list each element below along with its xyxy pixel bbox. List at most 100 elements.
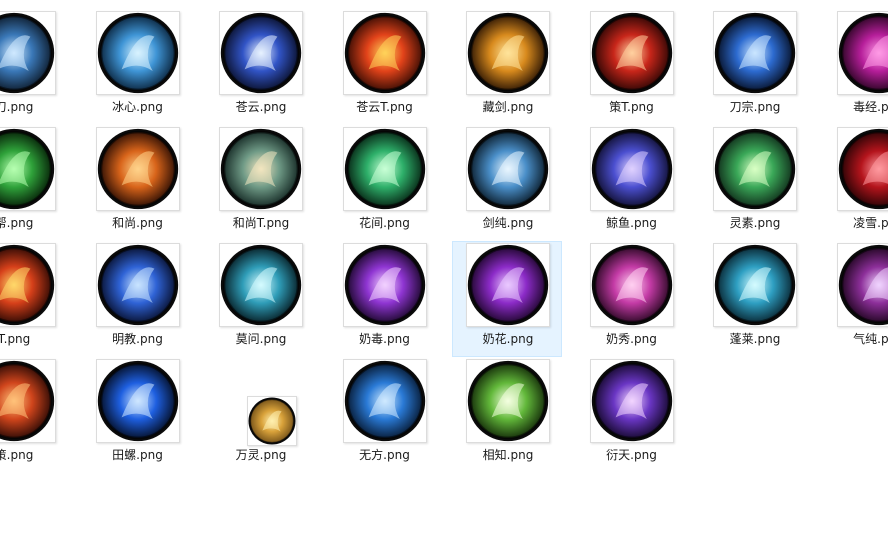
thumbnail <box>713 243 797 327</box>
thumbnail <box>247 396 297 446</box>
leaf-icon <box>714 128 796 210</box>
file-name-label: 鲸鱼.png <box>606 216 657 230</box>
file-tile[interactable]: 相知.png <box>452 357 562 473</box>
file-name-label: 苍云T.png <box>356 100 413 114</box>
file-name-label: 奶毒.png <box>359 332 410 346</box>
file-tile[interactable]: 藏剑.png <box>452 9 562 125</box>
poison-sigil-icon <box>838 12 888 94</box>
file-name-label: 策T.png <box>609 100 654 114</box>
file-name-label: T.png <box>0 332 31 346</box>
thumbnail <box>219 127 303 211</box>
file-tile[interactable]: 奶秀.png <box>576 241 686 357</box>
file-tile[interactable]: 剑纯.png <box>452 125 562 241</box>
file-tile[interactable]: 莫问.png <box>205 241 315 357</box>
file-explorer-icon-view: 刀.png 冰心.png 苍云.png 苍云T.png 藏剑.png 策T.png 刀宗.p… <box>0 0 888 555</box>
file-tile[interactable]: 万灵.png <box>205 357 315 473</box>
thumbnail <box>95 127 180 211</box>
violet-fountain-icon <box>344 244 426 326</box>
thumbnail <box>589 243 674 327</box>
file-tile[interactable]: 灵素.png <box>699 125 809 241</box>
file-tile[interactable]: 气纯.png <box>823 241 888 357</box>
file-name-label: 冰心.png <box>112 100 163 114</box>
taiji-icon <box>467 128 549 210</box>
swordsman-icon <box>714 12 796 94</box>
cyan-strings-icon <box>220 244 302 326</box>
file-name-label: 藏剑.png <box>482 100 534 114</box>
meditating-sage-icon <box>838 244 888 326</box>
file-tile[interactable]: 奶毒.png <box>329 241 439 357</box>
file-tile[interactable]: 策T.png <box>576 9 686 125</box>
file-tile[interactable]: 鲸鱼.png <box>576 125 686 241</box>
file-tile[interactable]: 刀.png <box>0 9 68 125</box>
thumbnail <box>589 127 674 211</box>
file-name-label: 气纯.png <box>853 332 888 346</box>
file-name-label: 花间.png <box>359 216 410 230</box>
thumbnail <box>466 243 550 327</box>
thumbnail <box>466 359 550 443</box>
thumbnail <box>342 243 427 327</box>
file-name-label: 相知.png <box>482 448 534 462</box>
thumbnail <box>342 11 427 95</box>
cosmic-ring-icon <box>591 360 673 442</box>
file-name-label: 衍天.png <box>606 448 657 462</box>
file-tile[interactable]: 奶花.png <box>452 241 562 357</box>
thumbnail <box>836 243 888 327</box>
file-tile[interactable]: 衍天.png <box>576 357 686 473</box>
thumbnail <box>95 359 180 443</box>
file-name-label: 刀.png <box>0 100 34 114</box>
file-tile[interactable]: 和尚.png <box>82 125 192 241</box>
thumbnail <box>95 11 180 95</box>
file-tile[interactable]: 蓬莱.png <box>699 241 809 357</box>
file-name-label: 明教.png <box>112 332 163 346</box>
thumbnail <box>219 243 303 327</box>
fire-body-icon <box>0 244 55 326</box>
file-name-label: 莫问.png <box>235 332 287 346</box>
purple-figure-icon <box>467 244 549 326</box>
green-dancer-icon <box>0 128 55 210</box>
blade-icon <box>0 12 55 94</box>
thumbnail <box>219 11 303 95</box>
file-tile[interactable]: 和尚T.png <box>205 125 315 241</box>
file-tile[interactable]: T.png <box>0 241 68 357</box>
thumbnail <box>466 127 550 211</box>
golden-feather-icon <box>248 397 296 445</box>
thumbnail <box>342 127 427 211</box>
lotus-icon <box>591 244 673 326</box>
flower-blossom-icon <box>467 360 549 442</box>
thumbnail <box>836 127 888 211</box>
file-name-label: 帮.png <box>0 216 34 230</box>
file-name-label: 奶秀.png <box>606 332 657 346</box>
file-name-label: 凌雪.png <box>853 216 888 230</box>
meditating-monk-icon <box>97 128 179 210</box>
file-tile[interactable]: 凌雪.png <box>823 125 888 241</box>
green-sage-icon <box>344 128 426 210</box>
file-name-label: 奶花.png <box>482 332 534 346</box>
thumbnail <box>342 359 427 443</box>
file-tile[interactable]: 花间.png <box>329 125 439 241</box>
file-tile[interactable]: 策.png <box>0 357 68 473</box>
file-name-label: 万灵.png <box>235 448 287 462</box>
file-tile[interactable]: 田螺.png <box>82 357 192 473</box>
file-tile[interactable]: 明教.png <box>82 241 192 357</box>
file-name-label: 剑纯.png <box>482 216 534 230</box>
wave-icon <box>714 244 796 326</box>
file-tile[interactable]: 毒经.png <box>823 9 888 125</box>
flame-shield-icon <box>344 12 426 94</box>
file-name-label: 策.png <box>0 448 34 462</box>
thumbnail <box>0 359 56 443</box>
blue-lotus-icon <box>344 360 426 442</box>
file-tile[interactable]: 冰心.png <box>82 9 192 125</box>
file-tile[interactable]: 苍云.png <box>205 9 315 125</box>
file-tile[interactable]: 刀宗.png <box>699 9 809 125</box>
file-tile[interactable]: 无方.png <box>329 357 439 473</box>
file-name-label: 和尚T.png <box>232 216 290 230</box>
thumbnail <box>589 359 674 443</box>
file-tile[interactable]: 帮.png <box>0 125 68 241</box>
golden-sword-icon <box>467 12 549 94</box>
thumbnail <box>466 11 550 95</box>
blue-crescent-icon <box>97 244 179 326</box>
file-tile[interactable]: 苍云T.png <box>329 9 439 125</box>
thumbnail <box>0 127 56 211</box>
thumbnail <box>836 11 888 95</box>
file-name-label: 灵素.png <box>729 216 781 230</box>
